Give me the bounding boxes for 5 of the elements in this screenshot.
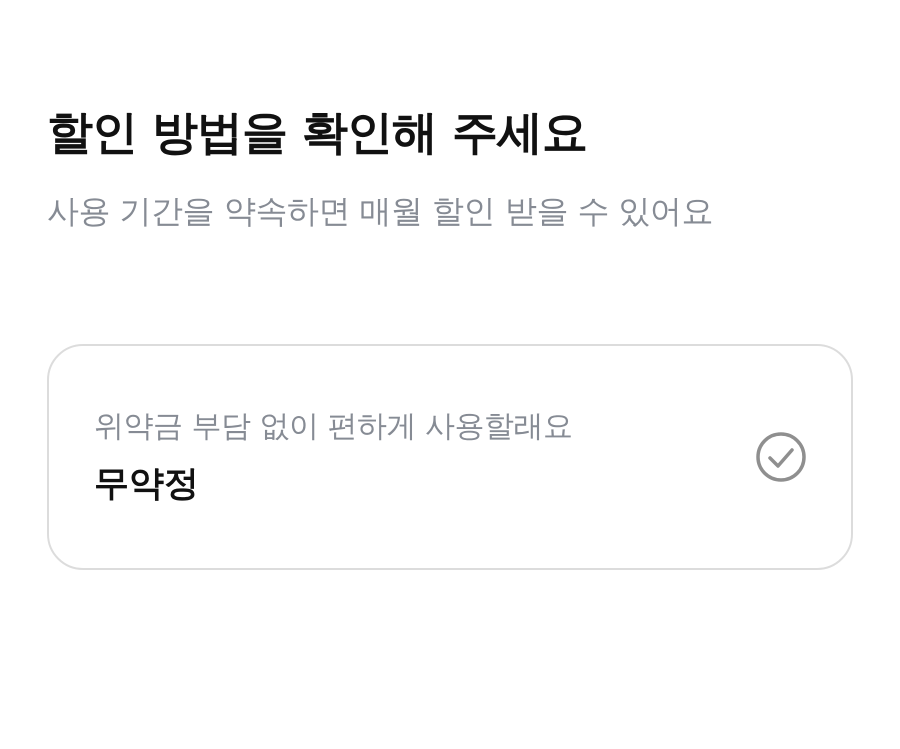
option-label: 무약정 bbox=[94, 463, 200, 506]
page-title: 할인 방법을 확인해 주세요 bbox=[47, 104, 588, 161]
option-card[interactable]: 위약금 부담 없이 편하게 사용할래요 무약정 bbox=[47, 344, 853, 570]
page-subtitle: 사용 기간을 약속하면 매월 할인 받을 수 있어요 bbox=[47, 191, 714, 232]
option-description: 위약금 부담 없이 편하게 사용할래요 bbox=[94, 408, 573, 446]
